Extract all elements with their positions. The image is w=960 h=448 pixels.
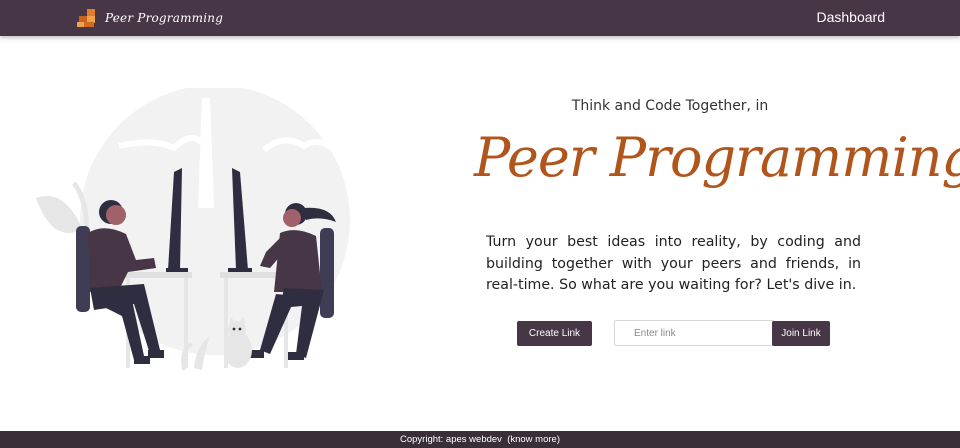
footer: Copyright: apes webdev (know more) — [0, 431, 960, 448]
navbar: Peer Programming Dashboard — [0, 0, 960, 36]
brand-name: Peer Programming — [105, 11, 224, 25]
brand[interactable]: Peer Programming — [76, 7, 223, 29]
two-people-coding-illustration — [36, 88, 350, 371]
hero-description: Turn your best ideas into reality, by co… — [486, 234, 861, 293]
footer-copyright: Copyright: apes webdev — [400, 434, 502, 445]
create-link-button[interactable]: Create Link — [517, 321, 592, 346]
hero-tagline: Think and Code Together, in — [571, 98, 769, 114]
link-input[interactable] — [614, 320, 774, 346]
footer-know-more-link[interactable]: (know more) — [507, 434, 560, 445]
stacked-boxes-logo-icon — [77, 9, 95, 27]
nav-dashboard-link[interactable]: Dashboard — [817, 9, 886, 25]
hero-title: Peer Programming — [474, 126, 960, 189]
join-link-button[interactable]: Join Link — [772, 321, 830, 346]
